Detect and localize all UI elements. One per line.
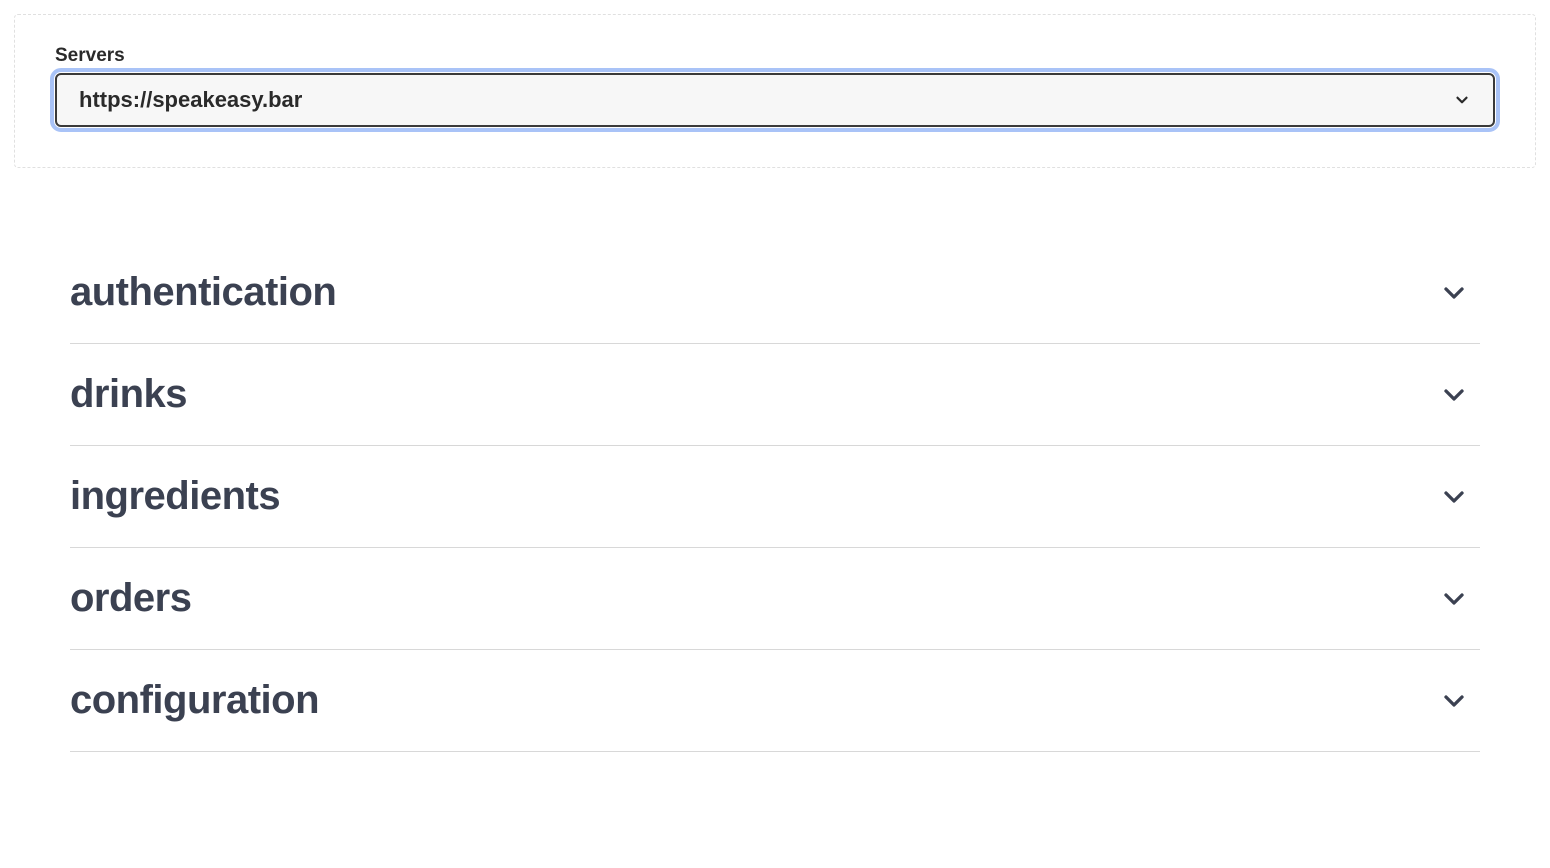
section-drinks[interactable]: drinks <box>70 344 1480 446</box>
section-configuration[interactable]: configuration <box>70 650 1480 752</box>
section-title: configuration <box>70 678 319 723</box>
servers-select[interactable]: https://speakeasy.bar <box>55 73 1495 127</box>
chevron-down-icon <box>1453 91 1471 109</box>
chevron-down-icon <box>1438 379 1470 411</box>
section-title: orders <box>70 576 192 621</box>
section-authentication[interactable]: authentication <box>70 242 1480 344</box>
chevron-down-icon <box>1438 481 1470 513</box>
section-title: drinks <box>70 372 187 417</box>
section-orders[interactable]: orders <box>70 548 1480 650</box>
chevron-down-icon <box>1438 277 1470 309</box>
chevron-down-icon <box>1438 583 1470 615</box>
section-title: authentication <box>70 270 336 315</box>
servers-panel: Servers https://speakeasy.bar <box>14 14 1536 168</box>
servers-selected-value: https://speakeasy.bar <box>79 87 302 113</box>
section-ingredients[interactable]: ingredients <box>70 446 1480 548</box>
servers-label: Servers <box>55 45 1495 67</box>
section-title: ingredients <box>70 474 280 519</box>
chevron-down-icon <box>1438 685 1470 717</box>
sections-list: authentication drinks ingredients orders… <box>0 182 1550 752</box>
